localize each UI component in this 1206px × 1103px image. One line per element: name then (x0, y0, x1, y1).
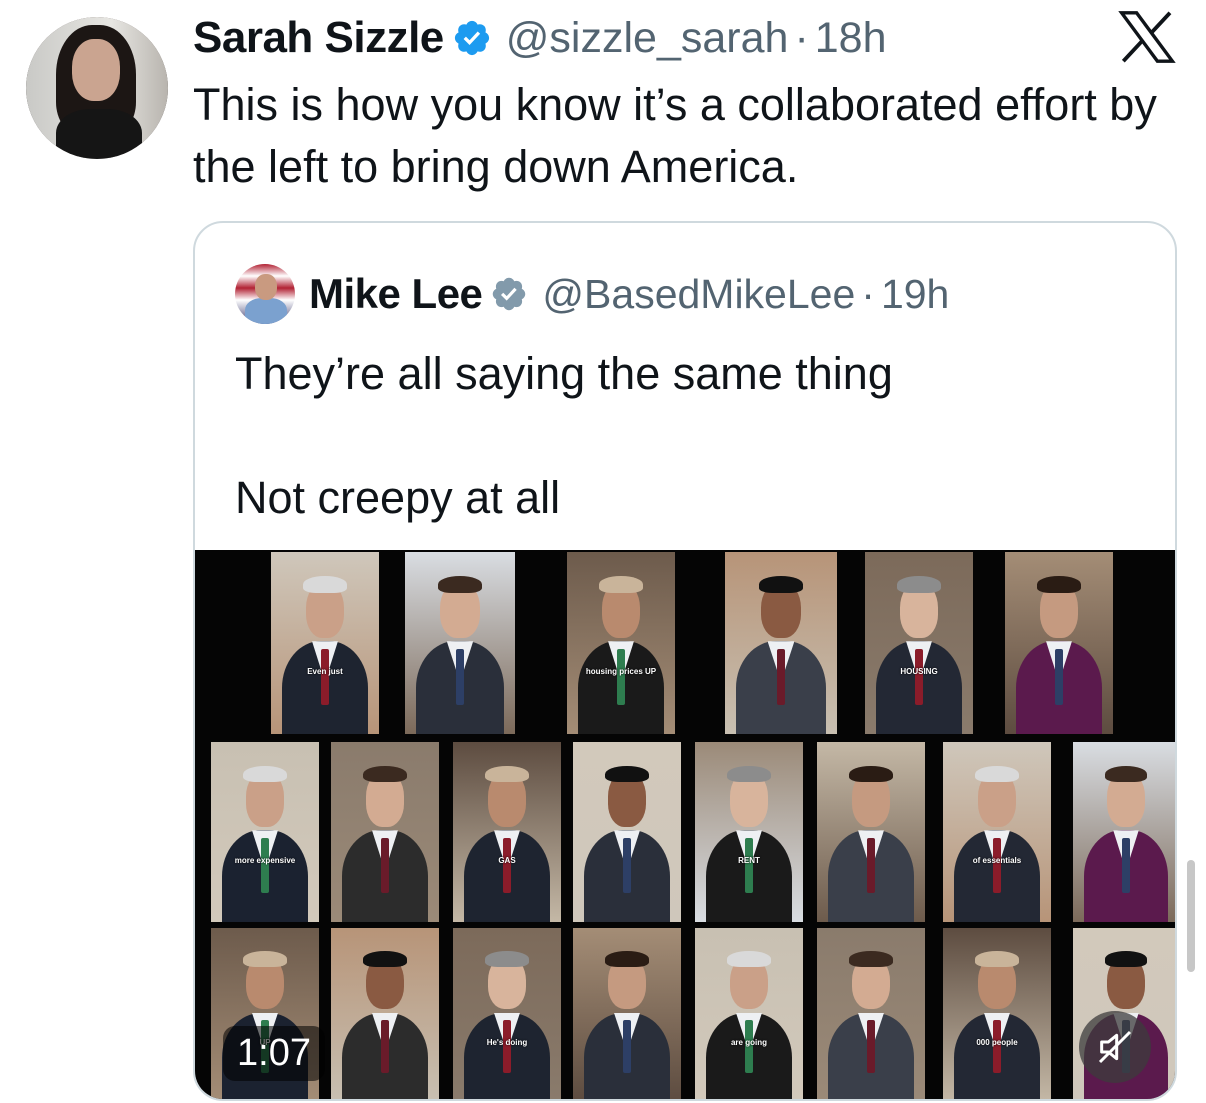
video-caption: He's doing (486, 1037, 528, 1047)
video-frame-tile (331, 742, 439, 922)
scrollbar-thumb[interactable] (1187, 860, 1195, 972)
author-avatar[interactable] (26, 17, 168, 159)
video-duration: 1:07 (223, 1026, 325, 1081)
video-frame-tile: 000 people (943, 928, 1051, 1099)
video-frame-tile: Even just (271, 552, 379, 734)
video-frame-tile: of essentials (943, 742, 1051, 922)
video-caption: more expensive (234, 856, 296, 866)
quoted-author-handle[interactable]: @BasedMikeLee (542, 271, 855, 318)
video-player[interactable]: Even just housing prices UP HOUSING more ex… (195, 550, 1175, 1099)
quoted-tweet-timestamp[interactable]: 19h (881, 271, 949, 318)
tweet-header: Sarah Sizzle @sizzle_sarah · 18h (193, 10, 887, 66)
video-frame-tile (573, 742, 681, 922)
separator-dot: · (794, 13, 809, 62)
video-frame-tile: HOUSING (865, 552, 973, 734)
quoted-tweet-line: They’re all saying the same thing (235, 348, 893, 399)
video-caption: HOUSING (900, 667, 938, 677)
video-frame-tile (1073, 742, 1175, 922)
video-frame-tile (405, 552, 515, 734)
video-frame-tile (817, 742, 925, 922)
video-caption: are going (730, 1037, 767, 1047)
tweet-screenshot: Sarah Sizzle @sizzle_sarah · 18h This is… (0, 0, 1206, 1103)
video-frame-tile: He's doing (453, 928, 561, 1099)
mute-button[interactable] (1079, 1011, 1151, 1083)
author-handle[interactable]: @sizzle_sarah (506, 14, 789, 63)
video-frame-tile: RENT (695, 742, 803, 922)
video-frame-tile (1005, 552, 1113, 734)
muted-speaker-icon (1098, 1030, 1132, 1064)
video-frame-tile (817, 928, 925, 1099)
quoted-tweet-header: Mike Lee @BasedMikeLee · 19h (235, 263, 949, 325)
video-frame-tile (331, 928, 439, 1099)
verified-badge-icon (454, 20, 489, 56)
video-caption: of essentials (972, 856, 1022, 866)
tweet-body: This is how you know it’s a collaborated… (193, 79, 1157, 192)
video-frame-tile: more expensive (211, 742, 319, 922)
quoted-tweet-body: They’re all saying the same thing Not cr… (235, 343, 1135, 529)
video-caption: GAS (498, 856, 516, 866)
video-frame-tile: are going (695, 928, 803, 1099)
video-caption: housing prices UP (585, 667, 657, 677)
tweet-timestamp[interactable]: 18h (815, 14, 887, 63)
video-frame-tile (725, 552, 837, 734)
x-logo-icon[interactable] (1118, 10, 1176, 64)
quoted-author-avatar[interactable] (235, 264, 295, 324)
video-caption: 000 people (976, 1037, 1018, 1047)
separator-dot: · (861, 270, 875, 317)
video-caption: RENT (738, 856, 760, 866)
quoted-tweet-card[interactable]: Mike Lee @BasedMikeLee · 19h They’re all… (193, 221, 1177, 1101)
author-display-name[interactable]: Sarah Sizzle (193, 13, 444, 63)
quoted-tweet-line: Not creepy at all (235, 472, 561, 523)
video-caption: Even just (307, 667, 343, 677)
verified-badge-icon (493, 277, 526, 311)
quoted-author-display-name[interactable]: Mike Lee (309, 270, 483, 318)
video-frame-tile: GAS (453, 742, 561, 922)
video-frame-tile (573, 928, 681, 1099)
video-frame-tile: housing prices UP (567, 552, 675, 734)
